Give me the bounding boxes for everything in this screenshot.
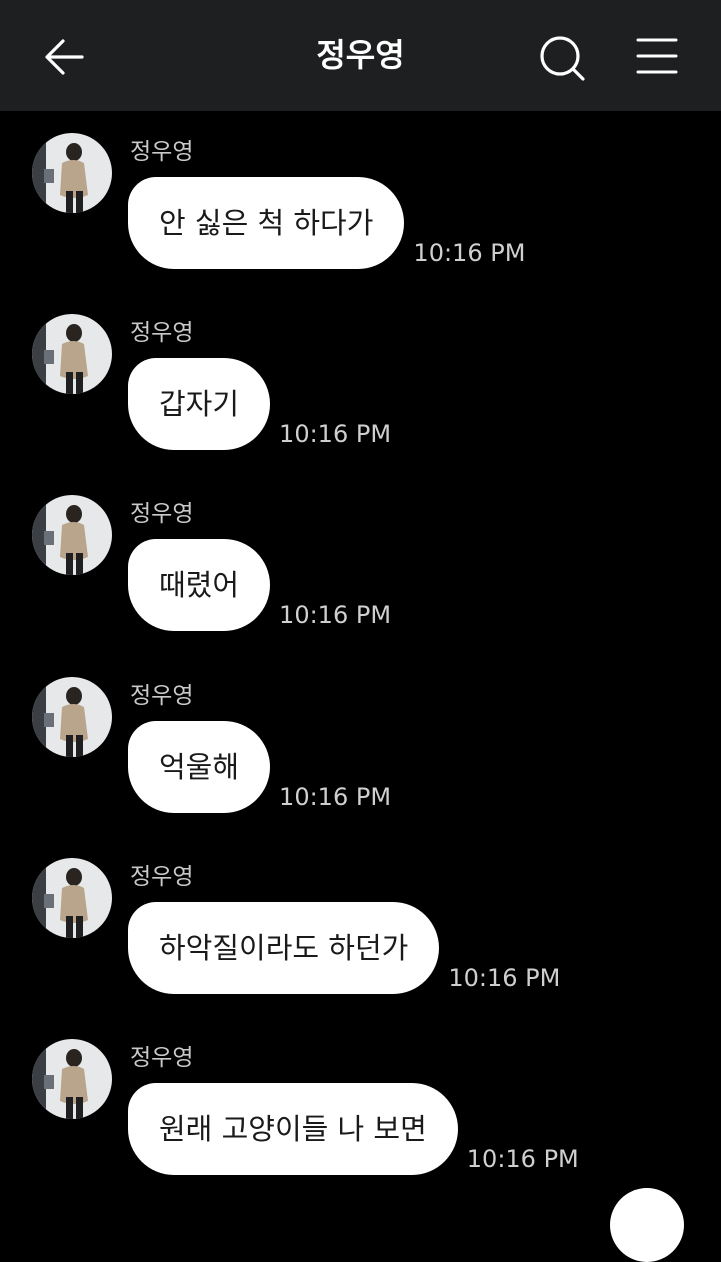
message-time: 10:16 PM — [279, 601, 392, 629]
profile-photo-image — [32, 495, 112, 575]
profile-photo-image — [32, 858, 112, 938]
menu-button[interactable] — [634, 35, 680, 81]
message-bubble[interactable]: 원래 고양이들 나 보면 — [128, 1083, 458, 1175]
message-item: 정우영 안 싫은 척 하다가 10:16 PM — [0, 111, 721, 269]
message-row: 안 싫은 척 하다가 10:16 PM — [128, 177, 525, 269]
search-button[interactable] — [537, 33, 587, 83]
chat-header: 정우영 — [0, 0, 721, 111]
message-time: 10:16 PM — [448, 964, 561, 992]
message-item: 정우영 억울해 10:16 PM — [0, 655, 721, 813]
sender-name: 정우영 — [130, 864, 194, 890]
message-item: 정우영 때렸어 10:16 PM — [0, 473, 721, 631]
message-bubble[interactable]: 때렸어 — [128, 539, 271, 631]
message-time: 10:16 PM — [413, 239, 526, 267]
message-time: 10:16 PM — [466, 1145, 579, 1173]
sender-name: 정우영 — [130, 501, 194, 527]
avatar[interactable] — [32, 314, 112, 394]
avatar[interactable] — [32, 133, 112, 213]
profile-photo-image — [32, 133, 112, 213]
profile-photo-image — [32, 314, 112, 394]
sender-name: 정우영 — [130, 683, 194, 709]
message-bubble[interactable]: 갑자기 — [128, 358, 271, 450]
message-row: 때렸어 10:16 PM — [128, 539, 391, 631]
scroll-to-bottom-button[interactable] — [610, 1188, 684, 1262]
profile-photo-image — [32, 677, 112, 757]
avatar[interactable] — [32, 1039, 112, 1119]
sender-name: 정우영 — [130, 1045, 194, 1071]
message-row: 억울해 10:16 PM — [128, 721, 391, 813]
avatar[interactable] — [32, 677, 112, 757]
message-time: 10:16 PM — [279, 420, 392, 448]
chat-title: 정우영 — [316, 36, 405, 74]
message-time: 10:16 PM — [279, 783, 392, 811]
message-item: 정우영 하악질이라도 하던가 10:16 PM — [0, 836, 721, 994]
message-bubble[interactable]: 안 싫은 척 하다가 — [128, 177, 405, 269]
profile-photo-image — [32, 1039, 112, 1119]
message-item: 정우영 갑자기 10:16 PM — [0, 292, 721, 450]
message-bubble[interactable]: 하악질이라도 하던가 — [128, 902, 440, 994]
avatar[interactable] — [32, 858, 112, 938]
arrow-left-icon — [45, 39, 84, 75]
sender-name: 정우영 — [130, 139, 194, 165]
message-item: 정우영 원래 고양이들 나 보면 10:16 PM — [0, 1017, 721, 1175]
message-row: 갑자기 10:16 PM — [128, 358, 391, 450]
message-row: 하악질이라도 하던가 10:16 PM — [128, 902, 560, 994]
hamburger-menu-icon — [636, 38, 678, 74]
message-bubble[interactable]: 억울해 — [128, 721, 271, 813]
sender-name: 정우영 — [130, 320, 194, 346]
avatar[interactable] — [32, 495, 112, 575]
message-list[interactable]: 정우영 안 싫은 척 하다가 10:16 PM 정우영 갑자기 10:16 PM — [0, 111, 721, 1200]
message-row: 원래 고양이들 나 보면 10:16 PM — [128, 1083, 579, 1175]
back-button[interactable] — [40, 33, 88, 81]
search-icon — [540, 36, 585, 81]
